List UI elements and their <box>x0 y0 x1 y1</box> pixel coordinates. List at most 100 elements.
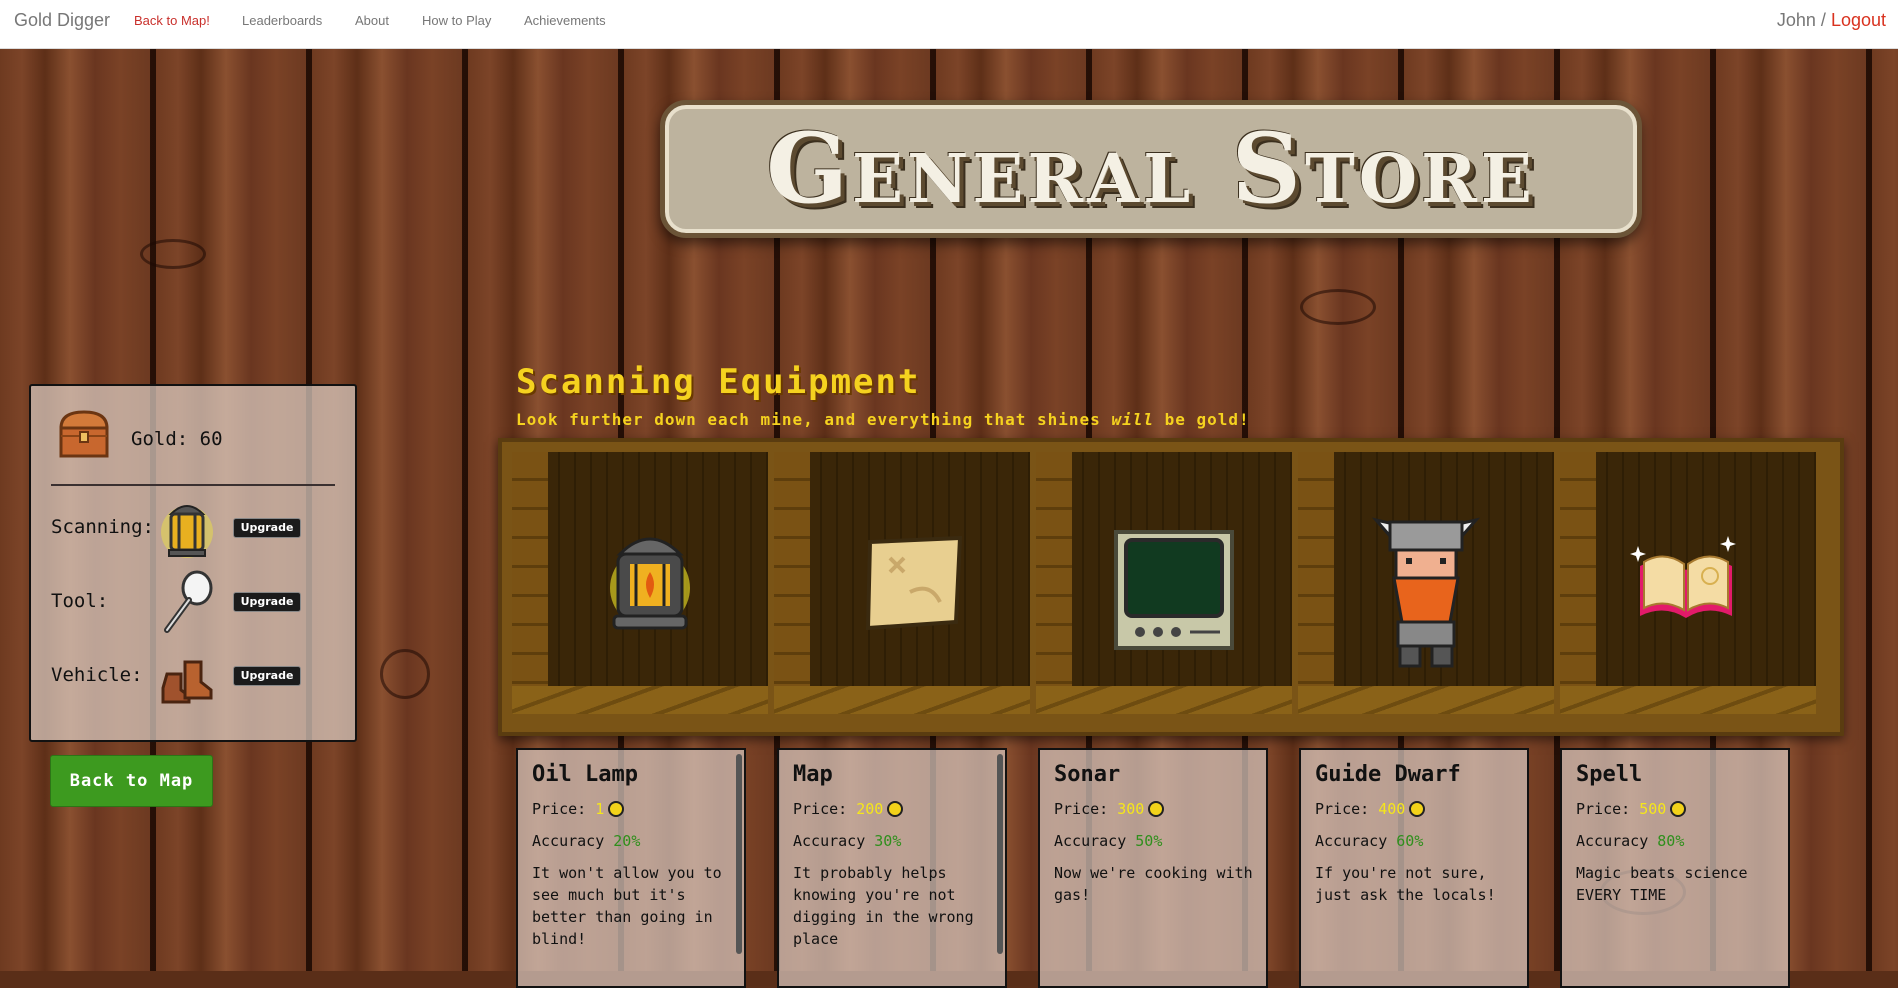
back-to-map-button[interactable]: Back to Map <box>50 755 213 807</box>
shelf-slot-spell[interactable] <box>1560 452 1816 714</box>
price-label: Price: <box>1054 800 1109 818</box>
item-accuracy: Accuracy 80% <box>1576 832 1684 850</box>
gold-amount: Gold: 60 <box>131 428 223 450</box>
panel-divider <box>51 484 335 486</box>
store-title: General Store <box>766 112 1536 225</box>
wood-knot <box>140 239 206 269</box>
cubby-side <box>774 452 810 714</box>
nav-how-to-play[interactable]: How to Play <box>422 13 491 28</box>
oil-lamp-icon <box>610 537 690 630</box>
card-scrollbar[interactable] <box>997 754 1003 954</box>
display-shelf <box>498 438 1844 736</box>
accuracy-value: 80% <box>1657 832 1685 850</box>
vehicle-label: Vehicle: <box>51 664 143 686</box>
upgrade-tool-button[interactable]: Upgrade <box>233 592 301 612</box>
gold-nugget-icon <box>1409 801 1426 817</box>
accuracy-value: 50% <box>1135 832 1163 850</box>
brand-link[interactable]: Gold Digger <box>14 10 110 31</box>
cubby-floor <box>512 686 768 714</box>
item-price: Price: 1 <box>532 800 625 818</box>
accuracy-value: 60% <box>1396 832 1424 850</box>
lantern-icon <box>161 505 213 558</box>
tool-label: Tool: <box>51 590 109 612</box>
item-price: Price: 500 <box>1576 800 1687 818</box>
item-accuracy: Accuracy 60% <box>1315 832 1423 850</box>
card-scrollbar[interactable] <box>736 754 742 954</box>
item-card-sonar[interactable]: Sonar Price: 300 Accuracy 50% Now we're … <box>1038 748 1268 988</box>
item-price: Price: 300 <box>1054 800 1165 818</box>
item-card-spell[interactable]: Spell Price: 500 Accuracy 80% Magic beat… <box>1560 748 1790 988</box>
gold-nugget-icon <box>608 801 625 817</box>
gold-nugget-icon <box>1670 801 1687 817</box>
price-value: 500 <box>1639 800 1667 818</box>
upgrade-scanning-button[interactable]: Upgrade <box>233 518 301 538</box>
subtitle-part: be gold! <box>1153 410 1250 429</box>
accuracy-label: Accuracy <box>1315 832 1388 850</box>
item-name: Map <box>793 762 833 787</box>
dwarf-icon <box>1371 517 1481 668</box>
scanning-label: Scanning: <box>51 516 154 538</box>
user-area: John / Logout <box>1777 10 1886 31</box>
sonar-screen-icon <box>1114 530 1234 650</box>
accuracy-label: Accuracy <box>532 832 605 850</box>
price-value: 400 <box>1378 800 1406 818</box>
item-accuracy: Accuracy 50% <box>1054 832 1162 850</box>
item-accuracy: Accuracy 20% <box>532 832 640 850</box>
user-separator: / <box>1815 10 1831 30</box>
tool-row: Tool: Upgrade <box>51 570 341 633</box>
cubby-side <box>1036 452 1072 714</box>
section-subtitle: Look further down each mine, and everyth… <box>516 410 1250 429</box>
treasure-map-icon <box>865 535 963 631</box>
price-label: Price: <box>1576 800 1631 818</box>
upgrade-vehicle-button[interactable]: Upgrade <box>233 666 301 686</box>
spoon-icon <box>164 570 213 633</box>
nav-back-to-map[interactable]: Back to Map! <box>134 13 210 28</box>
item-description: Magic beats science EVERY TIME <box>1576 864 1748 904</box>
accuracy-value: 20% <box>613 832 641 850</box>
shelf-slot-map[interactable] <box>774 452 1030 714</box>
wood-knot <box>1300 289 1376 325</box>
cubby-floor <box>1560 686 1816 714</box>
cubby-floor <box>1036 686 1292 714</box>
cubby-floor <box>1298 686 1554 714</box>
subtitle-part: Look further down each mine, and everyth… <box>516 410 1112 429</box>
price-label: Price: <box>532 800 587 818</box>
price-value: 300 <box>1117 800 1145 818</box>
vehicle-row: Vehicle: Upgrade <box>51 644 341 704</box>
item-name: Guide Dwarf <box>1315 762 1461 787</box>
logout-link[interactable]: Logout <box>1831 10 1886 30</box>
item-description: Now we're cooking with gas! <box>1054 864 1253 904</box>
item-name: Sonar <box>1054 762 1121 787</box>
item-card-guide-dwarf[interactable]: Guide Dwarf Price: 400 Accuracy 60% If y… <box>1299 748 1529 988</box>
nav-leaderboards[interactable]: Leaderboards <box>242 13 322 28</box>
price-value: 1 <box>595 800 605 818</box>
accuracy-value: 30% <box>874 832 902 850</box>
item-card-map[interactable]: Map Price: 200 Accuracy 30% It probably … <box>777 748 1007 988</box>
item-price: Price: 200 <box>793 800 904 818</box>
price-label: Price: <box>793 800 848 818</box>
treasure-chest-icon <box>59 410 109 458</box>
nav-achievements[interactable]: Achievements <box>524 13 606 28</box>
boots-icon <box>161 660 213 704</box>
cubby-side <box>1560 452 1596 714</box>
nav-about[interactable]: About <box>355 13 389 28</box>
accuracy-label: Accuracy <box>1054 832 1127 850</box>
cubby-floor <box>774 686 1030 714</box>
cubby-side <box>1298 452 1334 714</box>
general-store-sign: General Store <box>660 100 1642 238</box>
scanning-row: Scanning: Upgrade <box>51 496 341 558</box>
subtitle-emphasis: will <box>1111 410 1154 429</box>
item-description: If you're not sure, just ask the locals! <box>1315 864 1496 904</box>
price-value: 200 <box>856 800 884 818</box>
accuracy-label: Accuracy <box>793 832 866 850</box>
wood-knot <box>380 649 430 699</box>
shelf-slot-sonar[interactable] <box>1036 452 1292 714</box>
player-status-panel: Gold: 60 Scanning: Upgrade Tool: Upgrade… <box>29 384 357 742</box>
username[interactable]: John <box>1777 10 1816 30</box>
shelf-slot-oil-lamp[interactable] <box>512 452 768 714</box>
item-description: It won't allow you to see much but it's … <box>532 864 722 948</box>
shelf-slot-guide-dwarf[interactable] <box>1298 452 1554 714</box>
section-title: Scanning Equipment <box>516 362 921 402</box>
accuracy-label: Accuracy <box>1576 832 1649 850</box>
item-card-oil-lamp[interactable]: Oil Lamp Price: 1 Accuracy 20% It won't … <box>516 748 746 988</box>
